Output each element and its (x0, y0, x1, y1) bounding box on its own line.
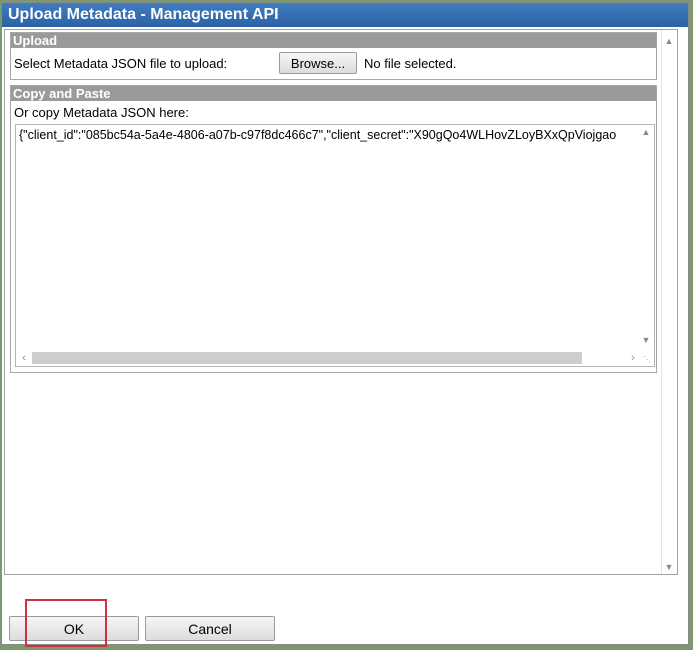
textarea-scroll-up-icon[interactable]: ▲ (639, 127, 653, 137)
upload-section: Upload Select Metadata JSON file to uplo… (10, 32, 657, 80)
content-scroll-up-icon[interactable]: ▲ (662, 36, 676, 46)
scroll-right-icon[interactable]: › (626, 353, 640, 364)
cancel-button[interactable]: Cancel (145, 616, 275, 641)
metadata-json-textarea[interactable]: {"client_id":"085bc54a-5a4e-4806-a07b-c9… (15, 124, 655, 367)
content-scroll-down-icon[interactable]: ▼ (662, 562, 676, 572)
textarea-horizontal-scrollbar[interactable]: ‹ › (16, 349, 654, 366)
upload-metadata-dialog: Upload Metadata - Management API Upload … (1, 2, 689, 645)
dialog-title: Upload Metadata - Management API (2, 3, 688, 27)
json-text: {"client_id":"085bc54a-5a4e-4806-a07b-c9… (19, 128, 617, 142)
file-status-text: No file selected. (364, 56, 457, 71)
resize-grip-icon[interactable]: ⋱ (640, 355, 654, 365)
horizontal-scroll-thumb[interactable] (32, 352, 582, 364)
copy-paste-section: Copy and Paste Or copy Metadata JSON her… (10, 85, 657, 373)
ok-button[interactable]: OK (9, 616, 139, 641)
upload-legend: Upload (11, 33, 656, 48)
copy-paste-legend: Copy and Paste (11, 86, 656, 101)
copy-json-label: Or copy Metadata JSON here: (14, 105, 189, 120)
content-vertical-scrollbar[interactable]: ▲ ▼ (661, 30, 677, 574)
dialog-content: Upload Select Metadata JSON file to uplo… (4, 29, 678, 575)
textarea-scroll-down-icon[interactable]: ▼ (639, 335, 653, 345)
dialog-footer: OK Cancel (2, 578, 688, 644)
browse-button[interactable]: Browse... (279, 52, 357, 74)
select-file-label: Select Metadata JSON file to upload: (14, 56, 228, 71)
scroll-left-icon[interactable]: ‹ (17, 353, 31, 364)
